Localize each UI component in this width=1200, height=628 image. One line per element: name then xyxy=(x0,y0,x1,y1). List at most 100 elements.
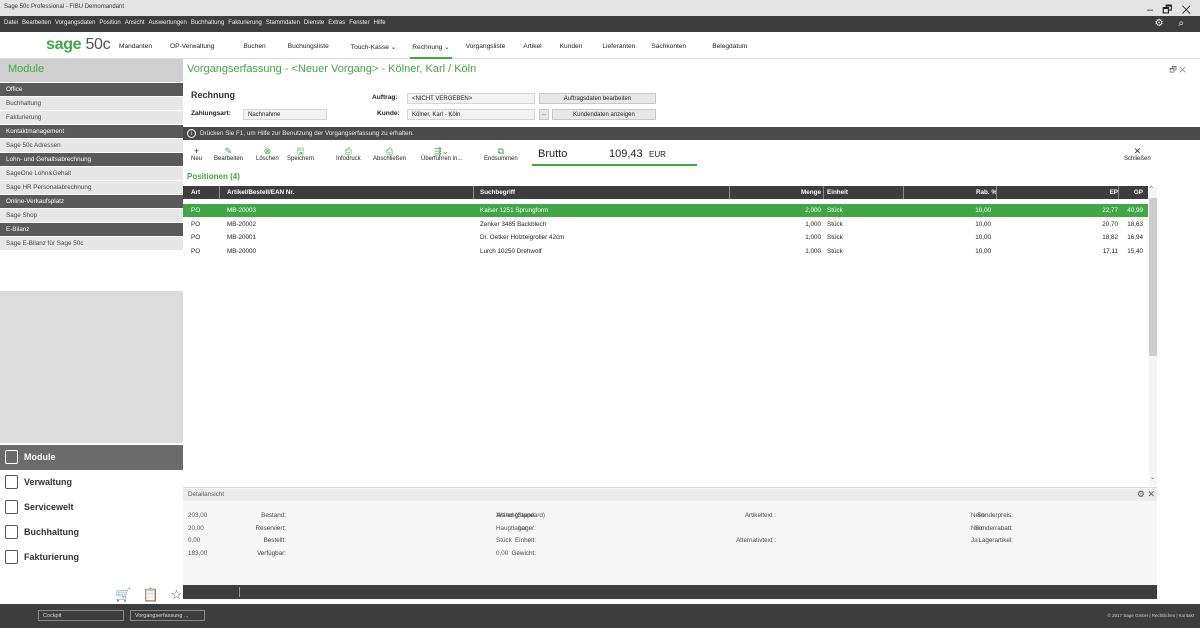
sidebar-group[interactable]: Online-Verkaufsplatz xyxy=(0,195,183,208)
table-cell-gp: 16,94 xyxy=(1127,234,1143,241)
sidebar-empty-area xyxy=(0,291,183,443)
toolbar-button[interactable]: + Neu xyxy=(191,147,202,163)
auftragsdaten-button[interactable]: Auftragsdaten bearbeiten xyxy=(539,93,656,104)
column-header[interactable]: Menge xyxy=(801,189,821,196)
table-cell-einheit: Stück xyxy=(827,207,843,214)
nav-item[interactable]: Touch-Kasse ⌄ xyxy=(351,43,396,51)
table-row[interactable]: PO MB-20001 Dr. Oetker Holzteigroller 42cm… xyxy=(183,231,1148,244)
settings-search-icons[interactable]: ⚙ ⌕ xyxy=(1155,18,1190,29)
module-label: Verwaltung xyxy=(24,477,73,487)
sidebar-group[interactable]: Office xyxy=(0,83,183,96)
menu-item[interactable]: Hilfe xyxy=(374,20,386,26)
module-label: Module xyxy=(24,452,56,462)
footer-legal[interactable]: © 2017 Sage GmbH | Rechtliches | Kontakt xyxy=(1108,613,1194,618)
column-header[interactable]: GP xyxy=(1134,189,1143,196)
nav-item[interactable]: OP-Verwaltung xyxy=(170,43,214,51)
sidebar-item[interactable]: Buchhaltung xyxy=(0,97,183,110)
brutto-value: 109,43 xyxy=(609,148,643,160)
footer-tab-vorgangserfassung[interactable]: Vorgangserfassung ... xyxy=(130,610,205,621)
sidebar-title: Module xyxy=(0,59,183,82)
toolbar-button[interactable]: ⎙ Infodruck xyxy=(336,147,361,163)
nav-item[interactable]: Lieferanten xyxy=(602,43,635,51)
nav-item[interactable]: Kunden xyxy=(560,43,583,51)
detail-value: 0,00 xyxy=(188,537,201,544)
scrollbar-thumb[interactable] xyxy=(1149,198,1157,356)
nav-item[interactable]: Artikel xyxy=(523,43,541,51)
toolbar-button[interactable]: ⧉ Endsummen xyxy=(484,147,518,163)
detail-label: Bestand: xyxy=(261,512,286,519)
column-header[interactable]: Artikel/Bestell/EAN Nr. xyxy=(227,189,294,196)
table-cell-rab: 10,00 xyxy=(975,247,991,255)
menu-item[interactable]: Fenster xyxy=(349,20,369,26)
menu-item[interactable]: Datei xyxy=(4,20,18,26)
menu-item[interactable]: Vorgangsdaten xyxy=(55,20,95,26)
menu-item[interactable]: Ansicht xyxy=(125,20,145,26)
nav-item[interactable]: Buchungsliste xyxy=(288,43,329,51)
kundendaten-button[interactable]: Kundendaten anzeigen xyxy=(552,109,656,120)
toolbar-button[interactable]: 🖫 Speichern xyxy=(287,146,314,163)
menu-item[interactable]: Stammdaten xyxy=(266,20,300,26)
module-tab[interactable]: Buchhaltung xyxy=(0,520,183,545)
scroll-down-icon[interactable]: ⌄ xyxy=(1150,474,1155,481)
column-header[interactable]: Art xyxy=(191,189,200,196)
nav-item[interactable]: Mandanten xyxy=(119,43,152,51)
column-header[interactable]: Suchbegriff xyxy=(480,189,515,196)
table-scrollbar[interactable]: ^ ⌄ xyxy=(1149,186,1157,486)
toolbar-button[interactable]: ⊗ Löschen xyxy=(256,147,279,163)
sidebar-item[interactable]: Sage E-Bilanz für Sage 50c xyxy=(0,237,183,250)
nav-item[interactable]: Buchen xyxy=(243,43,265,51)
menu-item[interactable]: Extras xyxy=(328,20,345,26)
zahlungsart-field[interactable]: Nachnahme xyxy=(243,109,327,120)
menu-item[interactable]: Buchhaltung xyxy=(191,20,224,26)
menu-item[interactable]: Auswertungen xyxy=(148,20,186,26)
detail-controls[interactable]: ⚙ ✕ xyxy=(1137,489,1155,500)
auftrag-field[interactable]: <NICHT VERGEBEN> xyxy=(407,93,535,104)
menu-item[interactable]: Bearbeiten xyxy=(22,20,51,26)
scroll-up-icon[interactable]: ^ xyxy=(1150,186,1153,192)
doc-window-controls[interactable]: 🗗 ✕ xyxy=(1169,64,1186,78)
page-title: Vorgangserfassung - <Neuer Vorgang> - Kö… xyxy=(187,63,477,75)
sidebar-group[interactable]: Lohn- und Gehaltsabrechnung xyxy=(0,153,183,166)
sidebar-item[interactable]: Fakturierung xyxy=(0,111,183,124)
menu-item[interactable]: Position xyxy=(99,20,120,26)
column-header[interactable]: Einheit xyxy=(827,189,848,196)
column-header[interactable]: Rab. % xyxy=(976,189,997,196)
sidebar-item[interactable]: SageOne Lohn&Gehalt xyxy=(0,167,183,180)
menu-item[interactable]: Dienste xyxy=(304,20,324,26)
info-text: Drücken Sie F1, um Hilfe zur Benutzung d… xyxy=(200,130,414,137)
module-tab[interactable]: Verwaltung xyxy=(0,470,183,495)
kunde-lookup-button[interactable]: ... xyxy=(539,109,549,120)
table-row[interactable]: PO MB-20003 Kaiser 1251 Sprungform 2,000 Stü… xyxy=(183,204,1148,217)
detail-label: Artikeltext : xyxy=(744,512,776,519)
close-icon: ✕ xyxy=(1133,146,1142,156)
close-button[interactable]: ✕ Schließen xyxy=(1124,146,1151,163)
toolbar-button[interactable]: ⇶⌄ Überführen in... xyxy=(421,147,462,163)
table-row[interactable]: PO MB-20002 Zenker 3485 Backblech 1,000 Stüc… xyxy=(183,218,1148,231)
sidebar-item[interactable]: Sage Shop xyxy=(0,209,183,222)
table-cell-menge: 1,000 xyxy=(805,220,821,228)
column-header[interactable]: EP xyxy=(1110,189,1118,196)
toolbar-button[interactable]: ✎ Bearbeiten xyxy=(214,147,243,163)
table-row[interactable]: PO MB-20000 Lurch 10250 Drehwolf 1,000 Stück… xyxy=(183,245,1148,258)
menu-item[interactable]: Fakturierung xyxy=(228,20,262,26)
sidebar-group[interactable]: Kontaktmanagement xyxy=(0,125,183,138)
toolbar-label: Endsummen xyxy=(484,156,518,162)
module-tab[interactable]: Module xyxy=(0,445,183,470)
nav-item[interactable]: Sachkonten xyxy=(651,43,686,51)
kunde-label: Kunde: xyxy=(377,110,400,117)
sidebar-item[interactable]: Sage 50c Adressen xyxy=(0,139,183,152)
sidebar-item[interactable]: Sage HR Personalabrechnung xyxy=(0,181,183,194)
kunde-field[interactable]: Kölner, Karl - Köln xyxy=(407,109,535,120)
table-cell-ep: 17,11 xyxy=(1102,247,1118,255)
module-tab[interactable]: Servicewelt xyxy=(0,495,183,520)
nav-item[interactable]: Rechnung ⌄ xyxy=(410,43,453,59)
nav-item[interactable]: Belegdatum xyxy=(712,43,747,51)
toolbar-button[interactable]: ⎙ Abschließen xyxy=(373,147,406,163)
sidebar-bottom-icons[interactable]: 🛒 📋 ☆ xyxy=(115,587,186,603)
footer-tab-cockpit[interactable]: Cockpit xyxy=(38,610,124,621)
toolbar-icon: 🖫 xyxy=(296,146,305,156)
detail-label: Reserviert: xyxy=(255,524,286,532)
module-tab[interactable]: Fakturierung xyxy=(0,545,183,570)
nav-item[interactable]: Vorgangsliste xyxy=(466,43,506,51)
sidebar-group[interactable]: E-Bilanz xyxy=(0,223,183,236)
